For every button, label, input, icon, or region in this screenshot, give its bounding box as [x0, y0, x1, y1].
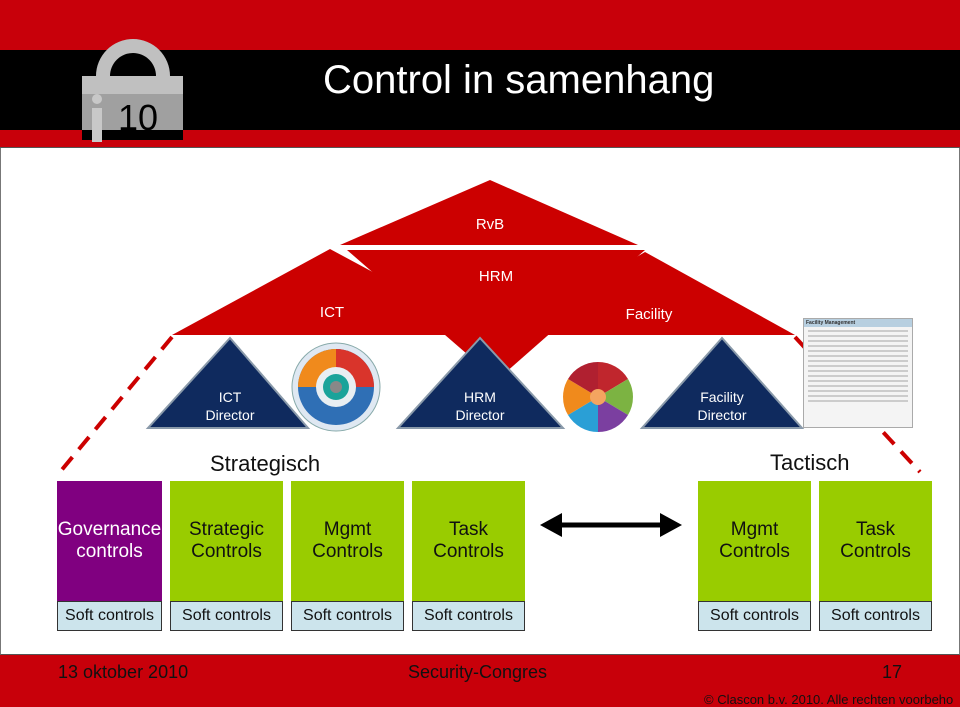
rvb-triangle — [340, 180, 638, 245]
facility-table-title: Facility Management — [804, 319, 912, 327]
footer-date: 13 oktober 2010 — [58, 662, 189, 682]
strategisch-label: Strategisch — [210, 451, 321, 476]
mgmt-controls-box: Mgmt Controls — [291, 481, 404, 601]
hrm-director-label-1: HRM — [464, 389, 496, 405]
footer-event: Security-Congres — [408, 662, 548, 682]
strategic-controls-box: Strategic Controls — [170, 481, 283, 601]
service-wheel-image — [291, 342, 381, 432]
footer-copyright: © Clascon b.v. 2010. Alle rechten voorbe… — [704, 692, 954, 707]
hrm-director-label-2: Director — [455, 407, 504, 423]
double-arrow-icon — [540, 513, 682, 537]
soft-controls-box: Soft controls — [698, 601, 811, 631]
facility-label: Facility — [626, 306, 673, 323]
ict-director-label-2: Director — [205, 407, 254, 423]
hrm-label: HRM — [479, 268, 513, 285]
hrm-pie-image — [563, 362, 633, 432]
tactical-mgmt-controls-box: Mgmt Controls — [698, 481, 811, 601]
footer-page-number: 17 — [882, 662, 903, 682]
tactical-task-controls-box: Task Controls — [819, 481, 932, 601]
rvb-label: RvB — [476, 216, 504, 233]
facility-management-table-image: Facility Management — [803, 318, 913, 428]
soft-controls-box: Soft controls — [291, 601, 404, 631]
governance-controls-box: Governance controls — [57, 481, 162, 601]
soft-controls-box: Soft controls — [57, 601, 162, 631]
facility-director-label-2: Director — [697, 407, 746, 423]
task-controls-box: Task Controls — [412, 481, 525, 601]
soft-controls-box: Soft controls — [819, 601, 932, 631]
ict-label: ICT — [320, 304, 344, 321]
left-dashed-line — [58, 335, 174, 474]
soft-controls-box: Soft controls — [412, 601, 525, 631]
ict-director-label-1: ICT — [219, 389, 242, 405]
facility-director-label-1: Facility — [700, 389, 744, 405]
soft-controls-box: Soft controls — [170, 601, 283, 631]
tactisch-label: Tactisch — [770, 450, 850, 475]
